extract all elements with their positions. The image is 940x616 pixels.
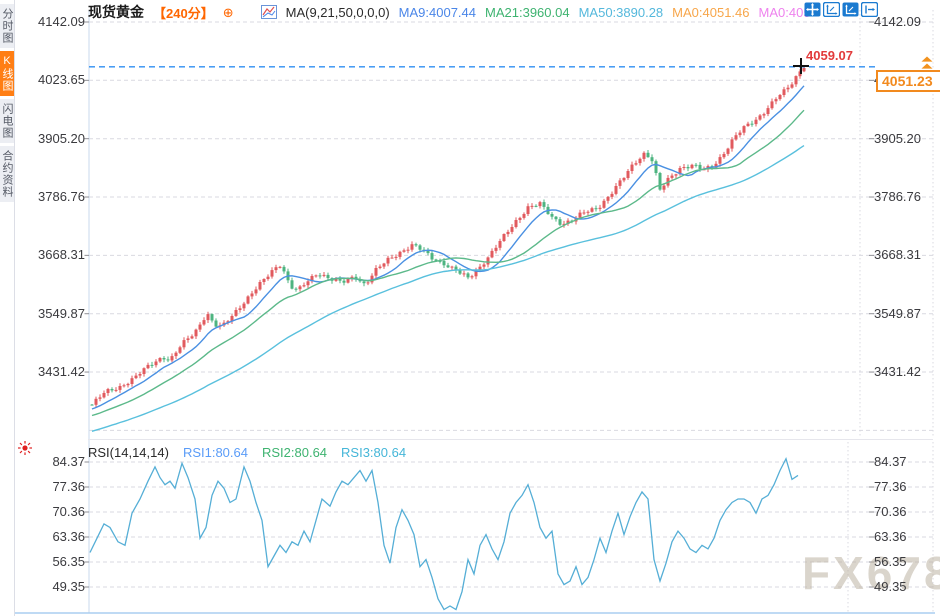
price-up-arrow-icon <box>918 55 936 72</box>
rsi3-value: RSI3:80.64 <box>341 445 406 460</box>
ma0-value-1: MA0:4051.46 <box>672 5 749 20</box>
ma9-value: MA9:4007.44 <box>399 5 476 20</box>
rsi-header: RSI(14,14,14) RSI1:80.64 RSI2:80.64 RSI3… <box>88 445 406 460</box>
ma21-value: MA21:3960.04 <box>485 5 570 20</box>
exit-right-icon[interactable] <box>861 2 878 17</box>
indicator-settings-sun-icon[interactable] <box>17 440 33 456</box>
chart-canvas[interactable] <box>0 0 940 616</box>
sidebar-tab-timeshare[interactable]: 分时图 <box>0 4 14 48</box>
sidebar: 分时图 K线图 闪电图 合约资料 <box>0 0 15 616</box>
chart-header: 现货黄金 【240分】 ⊕ MA(9,21,50,0,0,0) MA9:4007… <box>88 3 811 21</box>
symbol-name: 现货黄金 <box>88 2 144 22</box>
chart-type-icon[interactable] <box>261 5 277 19</box>
sidebar-tab-contract-info[interactable]: 合约资料 <box>0 146 14 202</box>
crosshair-icon <box>800 58 802 74</box>
ma0-value-2: MA0:405 <box>759 5 811 20</box>
rsi-settings-label: RSI(14,14,14) <box>88 445 169 460</box>
rsi2-value: RSI2:80.64 <box>262 445 327 460</box>
rsi1-value: RSI1:80.64 <box>183 445 248 460</box>
ma-settings-label: MA(9,21,50,0,0,0) <box>286 5 390 20</box>
session-high-label: 4059.07 <box>806 48 853 63</box>
sidebar-tab-lightning[interactable]: 闪电图 <box>0 99 14 143</box>
period-label: 【240分】 <box>153 3 214 22</box>
add-indicator-icon[interactable]: ⊕ <box>223 6 234 19</box>
axis-range-active-icon[interactable] <box>842 2 859 17</box>
chart-toolbar <box>804 2 878 17</box>
ma50-value: MA50:3890.28 <box>579 5 664 20</box>
axis-range-icon[interactable] <box>823 2 840 17</box>
sidebar-tab-kline[interactable]: K线图 <box>0 51 14 96</box>
move-tool-icon[interactable] <box>804 2 821 17</box>
current-price-badge: 4051.23 <box>876 70 940 92</box>
watermark: FX678 <box>802 546 940 600</box>
